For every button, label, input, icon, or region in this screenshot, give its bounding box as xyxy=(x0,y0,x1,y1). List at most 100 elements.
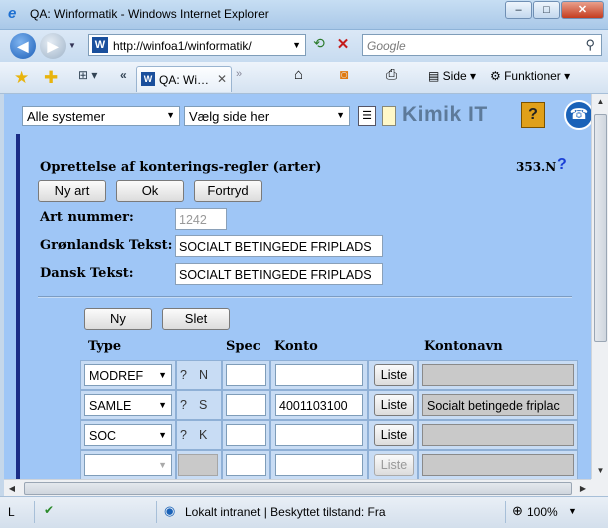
danish-text-field[interactable]: SOCIALT BETINGEDE FRIPLADS xyxy=(175,263,383,285)
greenlandic-text-label: Grønlandsk Tekst: xyxy=(40,238,173,253)
tools-menu[interactable]: ⚙ Funktioner ▾ xyxy=(490,69,570,83)
art-number-label: Art nummer: xyxy=(40,210,134,225)
tab-close-icon[interactable]: ✕ xyxy=(217,72,227,86)
address-bar[interactable]: W http://winfoa1/winformatik/ ▼ xyxy=(88,34,306,56)
new-art-button[interactable]: Ny art xyxy=(38,180,106,202)
type-select[interactable]: SOC ▼ xyxy=(84,424,172,446)
konto-input[interactable]: 4001103100 xyxy=(275,394,363,416)
scroll-left-icon[interactable]: ◀ xyxy=(4,481,20,496)
zoom-icon[interactable]: ⊕ xyxy=(512,503,523,519)
minimize-button[interactable]: – xyxy=(505,1,532,19)
scroll-down-icon[interactable]: ▼ xyxy=(593,463,608,479)
status-separator xyxy=(34,501,35,523)
status-separator xyxy=(156,501,157,523)
page-title: Oprettelse af konterings-regler (arter) xyxy=(40,160,322,175)
column-header-konto: Konto xyxy=(274,339,318,354)
spec-input[interactable] xyxy=(226,364,266,386)
zoom-dropdown-icon[interactable]: ▼ xyxy=(568,506,577,516)
spec-input[interactable] xyxy=(226,394,266,416)
history-dropdown-icon[interactable]: ▼ xyxy=(68,41,76,50)
tab-active[interactable]: W QA: Wi… ✕ xyxy=(136,66,232,92)
type-select[interactable]: MODREF ▼ xyxy=(84,364,172,386)
tab-label: QA: Wi… xyxy=(159,73,209,87)
tab-favicon-icon: W xyxy=(141,72,155,86)
window-title: QA: Winformatik - Windows Internet Explo… xyxy=(30,7,269,21)
liste-button[interactable]: Liste xyxy=(374,394,414,416)
scroll-up-icon[interactable]: ▲ xyxy=(593,94,608,110)
greenlandic-text-field[interactable]: SOCIALT BETINGEDE FRIPLADS xyxy=(175,235,383,257)
chevron-down-icon: ▼ xyxy=(158,460,167,470)
spec-input[interactable] xyxy=(226,424,266,446)
stop-icon[interactable]: ✕ xyxy=(332,35,354,55)
lookup-link[interactable]: ? xyxy=(180,398,187,412)
table-row: SAMLE ▼ ? S 4001103100 Liste Socialt beti… xyxy=(80,390,578,420)
page-select-value: Vælg side her xyxy=(189,109,270,124)
page-code: 353.N xyxy=(516,160,557,174)
page-menu[interactable]: ▤ Side ▾ xyxy=(428,69,476,83)
konto-input[interactable] xyxy=(275,364,363,386)
form-area: Oprettelse af konterings-regler (arter) … xyxy=(16,134,578,496)
help-icon[interactable]: ? xyxy=(521,102,545,128)
greenlandic-text-value: SOCIALT BETINGEDE FRIPLADS xyxy=(179,240,372,254)
cancel-button[interactable]: Fortryd xyxy=(194,180,262,202)
new-row-button[interactable]: Ny xyxy=(84,308,152,330)
liste-button[interactable]: Liste xyxy=(374,454,414,476)
lookup-link[interactable]: ? xyxy=(180,428,187,442)
quick-tabs-icon[interactable]: ⊞ ▾ xyxy=(78,68,116,88)
document-icon[interactable] xyxy=(382,106,396,126)
new-tab-icon[interactable]: » xyxy=(236,68,254,88)
art-number-field[interactable]: 1242 xyxy=(175,208,227,230)
kontonavn-field: Socialt betingede friplac xyxy=(422,394,574,416)
back-button[interactable]: ◀ xyxy=(10,33,36,59)
site-favicon-icon: W xyxy=(92,37,108,53)
horizontal-scroll-thumb[interactable] xyxy=(24,482,572,495)
search-box[interactable]: Google ⚲ xyxy=(362,34,602,56)
add-favorite-icon[interactable]: ✚ xyxy=(44,68,58,88)
type-select[interactable]: SAMLE ▼ xyxy=(84,394,172,416)
liste-button[interactable]: Liste xyxy=(374,364,414,386)
system-select[interactable]: Alle systemer ▼ xyxy=(22,106,180,126)
address-dropdown-icon[interactable]: ▼ xyxy=(292,40,301,50)
maximize-button[interactable]: □ xyxy=(533,1,560,19)
page-help-icon[interactable]: ? xyxy=(557,156,567,174)
lookup-link[interactable]: ? xyxy=(180,368,187,382)
search-placeholder: Google xyxy=(367,39,406,53)
search-icon[interactable]: ⚲ xyxy=(585,37,595,53)
address-url[interactable]: http://winfoa1/winformatik/ xyxy=(113,39,252,53)
forward-button[interactable]: ▶ xyxy=(40,33,66,59)
type-select-value: MODREF xyxy=(89,369,144,383)
delete-row-button[interactable]: Slet xyxy=(162,308,230,330)
horizontal-scrollbar[interactable]: ◀ ▶ xyxy=(4,479,591,496)
chevron-down-icon: ▼ xyxy=(158,400,167,410)
close-window-button[interactable]: ✕ xyxy=(561,1,604,19)
print-icon[interactable]: ⎙ xyxy=(386,66,397,83)
art-number-value: 1242 xyxy=(179,213,207,227)
type-select[interactable]: ▼ xyxy=(84,454,172,476)
list-icon[interactable]: ☰ xyxy=(358,106,376,126)
page-viewport: Alle systemer ▼ Vælg side her ▼ ☰ Kimik … xyxy=(0,94,608,496)
konto-input[interactable] xyxy=(275,454,363,476)
liste-button[interactable]: Liste xyxy=(374,424,414,446)
favorites-star-icon[interactable]: ★ xyxy=(14,68,29,88)
danish-text-label: Dansk Tekst: xyxy=(40,266,134,281)
vertical-scroll-thumb[interactable] xyxy=(594,114,607,342)
security-zone[interactable]: Lokalt intranet | Beskyttet tilstand: Fr… xyxy=(185,505,386,519)
home-icon[interactable]: ⌂ xyxy=(294,66,303,83)
status-bar: L ✔ ◉ Lokalt intranet | Beskyttet tilsta… xyxy=(0,496,608,528)
divider xyxy=(38,296,572,298)
spec-input[interactable] xyxy=(226,454,266,476)
tab-list-icon[interactable]: « xyxy=(120,68,127,82)
vertical-scrollbar[interactable]: ▲ ▼ xyxy=(591,94,608,479)
feeds-icon[interactable]: ◙ xyxy=(340,66,348,82)
konto-input[interactable] xyxy=(275,424,363,446)
flag-placeholder xyxy=(178,454,218,476)
zoom-level[interactable]: 100% xyxy=(527,505,558,519)
ok-button[interactable]: Ok xyxy=(116,180,184,202)
page-select[interactable]: Vælg side her ▼ xyxy=(184,106,350,126)
scroll-right-icon[interactable]: ▶ xyxy=(575,481,591,496)
kontonavn-field xyxy=(422,364,574,386)
scrollbar-corner xyxy=(591,479,608,496)
chevron-down-icon: ▼ xyxy=(158,430,167,440)
refresh-icon[interactable]: ⟲ xyxy=(308,35,330,55)
phone-icon[interactable]: ☎ xyxy=(564,100,594,130)
